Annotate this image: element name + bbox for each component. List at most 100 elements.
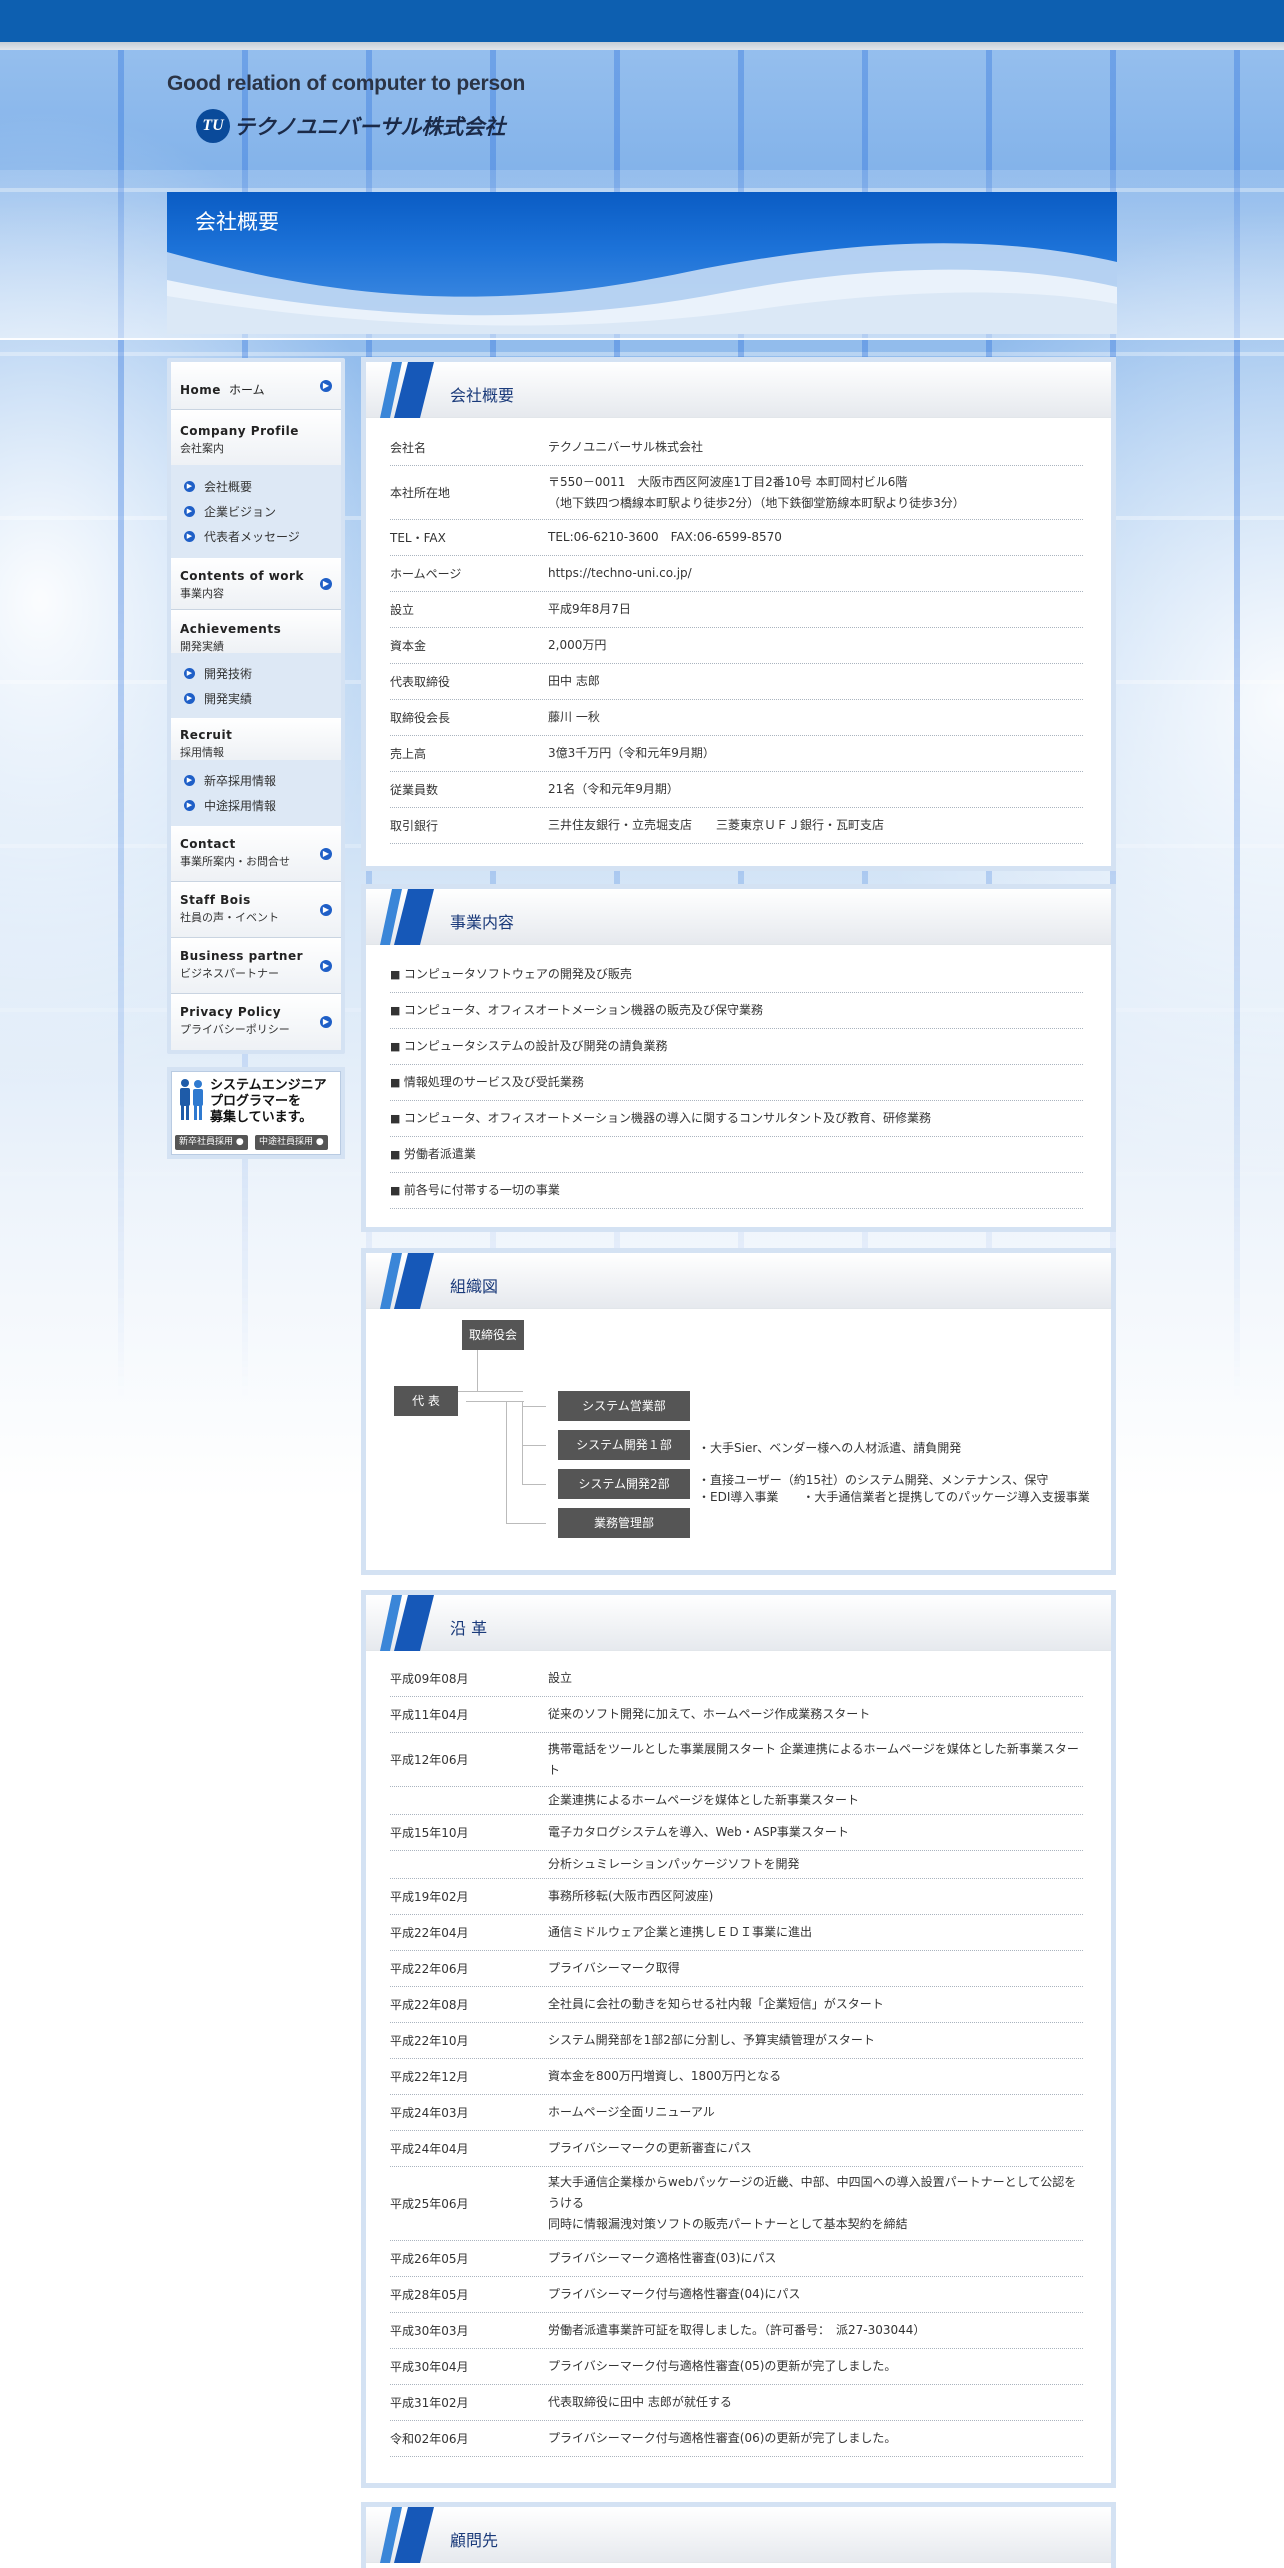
history-event: 代表取締役に田中 志郎が就任する — [548, 2395, 732, 2409]
slash-emblem-icon — [380, 1595, 434, 1651]
bullet-arrow-icon: ▶ — [184, 693, 195, 704]
sidebar-item-privacy-policy[interactable]: Privacy Policy プライバシーポリシー ▶ — [171, 994, 341, 1050]
org-line — [506, 1401, 507, 1523]
section-title: 会社概要 — [450, 386, 515, 405]
row-label: 設立 — [390, 603, 415, 617]
table-row: 会社名 テクノユニバーサル株式会社 — [390, 430, 1083, 466]
section-header: 会社概要 — [366, 362, 1111, 418]
sidebar-item-staff-bois[interactable]: Staff Bois 社員の声・イベント ▶ — [171, 882, 341, 938]
banner-wave-graphic — [167, 243, 1117, 334]
table-row: 平成31年02月 代表取締役に田中 志郎が就任する — [390, 2385, 1083, 2421]
table-row: 平成26年05月 プライバシーマーク適格性審査(03)にパス — [390, 2241, 1083, 2277]
sidebar-subitem-mid-career[interactable]: ▶ 中途採用情報 — [171, 793, 341, 818]
table-row: TEL・FAX TEL:06-6210-3600 FAX:06-6599-8570 — [390, 520, 1083, 556]
table-row: 平成22年12月 資本金を800万円増資し、1800万円となる — [390, 2059, 1083, 2095]
company-logo[interactable]: TU テクノユニバーサル株式会社 — [196, 106, 505, 146]
sidebar-subitem-dev-results[interactable]: ▶ 開発実績 — [171, 686, 341, 711]
bullet-arrow-icon: ▶ — [184, 481, 195, 492]
arrow-right-icon: ● — [235, 1137, 244, 1147]
sidebar-item-company-profile[interactable]: Company Profile 会社案内 — [171, 410, 341, 465]
profile-table: 会社名 テクノユニバーサル株式会社 本社所在地 〒550－0011 大阪市西区阿波座… — [366, 418, 1111, 844]
history-event: プライバシーマークの更新審査にパス — [548, 2141, 752, 2155]
bullet-arrow-icon: ▶ — [184, 775, 195, 786]
section-title: 組織図 — [450, 1277, 499, 1296]
sidebar-item-recruit[interactable]: Recruit 採用情報 — [171, 718, 341, 760]
table-row: 分析シュミレーションパッケージソフトを開発 — [390, 1851, 1083, 1879]
history-date: 平成28年05月 — [390, 2288, 469, 2302]
org-line — [522, 1445, 546, 1446]
table-row: 平成24年04月 プライバシーマークの更新審査にパス — [390, 2131, 1083, 2167]
table-row: 平成22年06月 プライバシーマーク取得 — [390, 1951, 1083, 1987]
sidebar-submenu-achievements: ▶ 開発技術 ▶ 開発実績 — [171, 653, 341, 718]
table-row: 令和02年06月 プライバシーマーク付与適格性審査(06)の更新が完了しました。 — [390, 2421, 1083, 2457]
sidebar-subitem-overview[interactable]: ▶ 会社概要 — [171, 474, 341, 499]
list-item: 労働者派遣業 — [390, 1137, 1083, 1173]
sidebar-item-business-partner[interactable]: Business partner ビジネスパートナー ▶ — [171, 938, 341, 994]
history-event: プライバシーマーク付与適格性審査(04)にパス — [548, 2287, 801, 2301]
history-event: 携帯電話をツールとした事業展開スタート 企業連携によるホームページを媒体とした新… — [548, 1741, 1079, 1777]
sidebar-subitem-message[interactable]: ▶ 代表者メッセージ — [171, 524, 341, 549]
sub-label: 中途採用情報 — [204, 799, 277, 813]
sub-label: 企業ビジョン — [204, 505, 277, 519]
row-value: TEL:06-6210-3600 FAX:06-6599-8570 — [548, 530, 782, 544]
sidebar-item-label: Contact — [180, 837, 236, 851]
row-value: 田中 志郎 — [548, 674, 600, 688]
mid-career-recruit-button[interactable]: 中途社員採用 ● — [255, 1135, 328, 1150]
org-box-dept: 業務管理部 — [558, 1508, 690, 1538]
sidebar-item-home[interactable]: Home ホーム ▶ — [171, 362, 341, 410]
sub-label: 開発技術 — [204, 667, 253, 681]
table-row: 平成24年03月 ホームページ全面リニューアル — [390, 2095, 1083, 2131]
recruit-banner[interactable]: システムエンジニア プログラマーを 募集しています。 新卒社員採用 ● 中途社員… — [167, 1067, 345, 1159]
sidebar-item-sublabel: 採用情報 — [180, 746, 224, 759]
sidebar-item-contents-of-work[interactable]: Contents of work 事業内容 ▶ — [171, 558, 341, 610]
table-row: 平成30年03月 労働者派遣事業許可証を取得しました。（許可番号： 派27-303… — [390, 2313, 1083, 2349]
section-title: 沿 革 — [450, 1619, 488, 1638]
sub-label: 新卒採用情報 — [204, 774, 277, 788]
list-item: コンピュータ、オフィスオートメーション機器の販売及び保守業務 — [390, 993, 1083, 1029]
bullet-arrow-icon: ▶ — [184, 668, 195, 679]
org-chart-section: 組織図 取締役会 代 表 システム営業部 システム開発１部 システム開発2部 業… — [361, 1248, 1116, 1575]
sidebar-item-label: Achievements — [180, 622, 282, 636]
row-value: 平成9年8月7日 — [548, 602, 631, 616]
history-section: 沿 革 平成09年08月 設立 平成11年04月 従来のソフト開発に加えて、ホームペ… — [361, 1590, 1116, 2488]
sidebar-item-label: Contents of work — [180, 569, 304, 583]
row-label: 従業員数 — [390, 783, 439, 797]
history-date: 平成30年04月 — [390, 2360, 469, 2374]
org-dept-description: ・大手Sier、ベンダー様への人材派遣、請負開発 — [698, 1441, 962, 1455]
row-value: 三井住友銀行・立売堀支店 三菱東京ＵＦＪ銀行・瓦町支店 — [548, 818, 885, 832]
history-date: 平成15年10月 — [390, 1826, 469, 1840]
history-date: 平成30年03月 — [390, 2324, 469, 2338]
history-event: プライバシーマーク取得 — [548, 1961, 680, 1975]
history-date: 平成25年06月 — [390, 2197, 469, 2211]
list-item-text: コンピュータシステムの設計及び開発の請負業務 — [390, 1036, 1083, 1057]
table-row: 取締役会長 藤川 一秋 — [390, 700, 1083, 736]
history-date: 平成22年08月 — [390, 1998, 469, 2012]
sidebar-item-sublabel: 事業所案内・お問合せ — [180, 855, 290, 868]
table-row: 平成12年06月 携帯電話をツールとした事業展開スタート 企業連携によるホームペー… — [390, 1733, 1083, 1787]
table-row: 従業員数 21名（令和元年9月期） — [390, 772, 1083, 808]
list-item-text: コンピュータ、オフィスオートメーション機器の販売及び保守業務 — [390, 1000, 1083, 1021]
row-label: TEL・FAX — [390, 531, 446, 545]
sidebar-subitem-dev-tech[interactable]: ▶ 開発技術 — [171, 661, 341, 686]
table-row: 平成25年06月 某大手通信企業様からwebパッケージの近畿、中部、中四国への導入… — [390, 2167, 1083, 2241]
history-date: 平成09年08月 — [390, 1672, 469, 1686]
sidebar-item-achievements[interactable]: Achievements 開発実績 — [171, 610, 341, 653]
list-item-text: コンピュータ、オフィスオートメーション機器の導入に関するコンサルタント及び教育、… — [390, 1108, 1083, 1129]
history-date: 平成19年02月 — [390, 1890, 469, 1904]
company-profile-section: 会社概要 会社名 テクノユニバーサル株式会社 本社所在地 〒550－0011 大阪市… — [361, 357, 1116, 871]
history-date: 平成22年06月 — [390, 1962, 469, 1976]
arrow-right-icon: ▶ — [320, 379, 332, 392]
list-item: 前各号に付帯する一切の事業 — [390, 1173, 1083, 1209]
table-row: 代表取締役 田中 志郎 — [390, 664, 1083, 700]
new-grad-recruit-button[interactable]: 新卒社員採用 ● — [175, 1135, 248, 1150]
org-box-board: 取締役会 — [462, 1320, 524, 1350]
homepage-link[interactable]: https://techno-uni.co.jp/ — [548, 563, 1083, 584]
sidebar-item-contact[interactable]: Contact 事業所案内・お問合せ ▶ — [171, 826, 341, 882]
row-label: 本社所在地 — [390, 486, 451, 500]
row-label: 売上高 — [390, 747, 427, 761]
page-title: 会社概要 — [195, 210, 279, 234]
sidebar-item-sublabel: 社員の声・イベント — [180, 911, 279, 924]
sidebar-subitem-new-grad[interactable]: ▶ 新卒採用情報 — [171, 768, 341, 793]
sidebar-subitem-vision[interactable]: ▶ 企業ビジョン — [171, 499, 341, 524]
top-divider — [0, 42, 1284, 50]
